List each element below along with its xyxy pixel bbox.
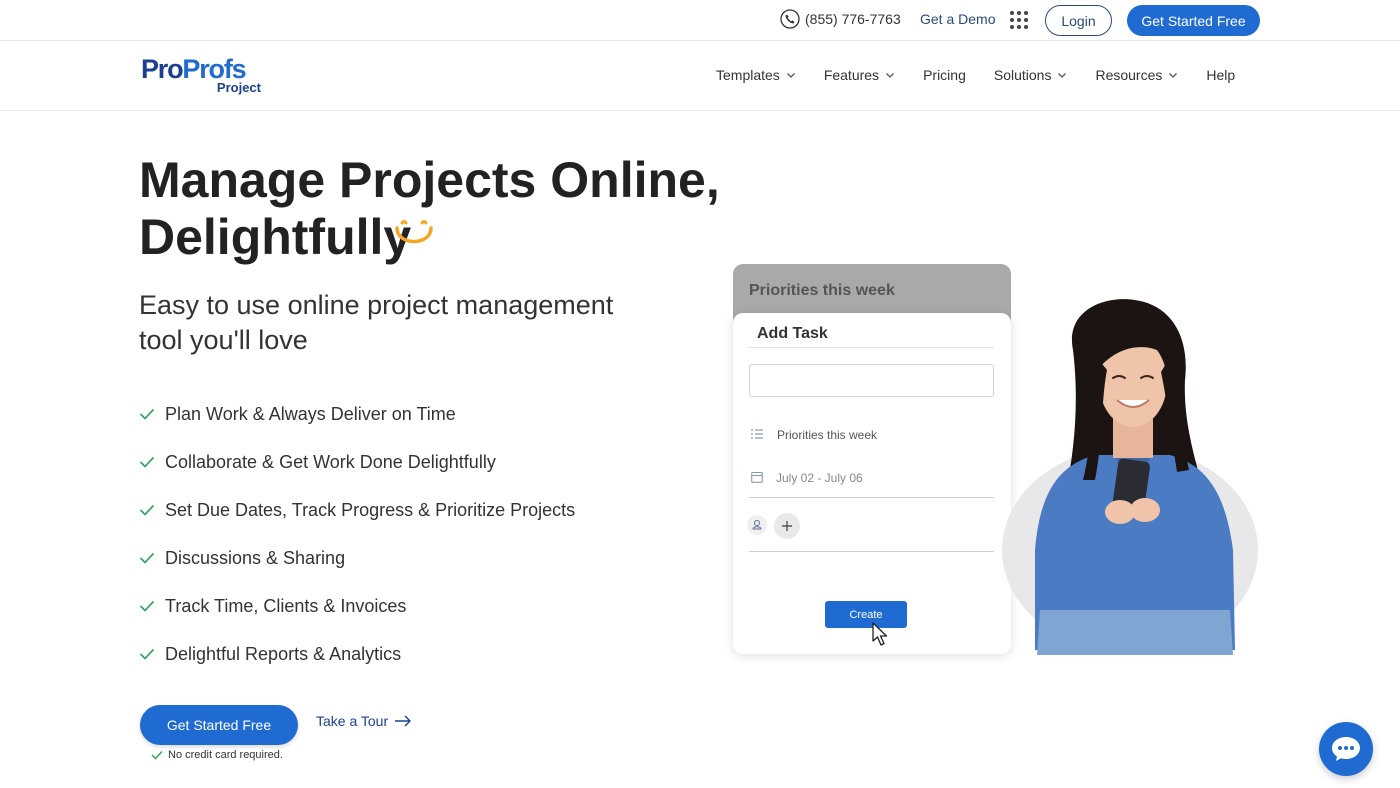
- phone-link[interactable]: (855) 776-7763: [780, 9, 901, 29]
- check-icon: [139, 456, 155, 468]
- create-task-button[interactable]: Create: [825, 601, 907, 628]
- feature-text: Collaborate & Get Work Done Delightfully: [165, 451, 496, 472]
- nav-item-label: Templates: [716, 67, 780, 83]
- feature-text: Delightful Reports & Analytics: [165, 643, 402, 664]
- chevron-down-icon: [786, 73, 795, 78]
- nav-item-help[interactable]: Help: [1206, 67, 1235, 83]
- feature-item: Discussions & Sharing: [139, 534, 575, 582]
- check-icon: [139, 648, 155, 660]
- divider: [749, 551, 994, 552]
- list-icon: [751, 429, 763, 439]
- priorities-card-title: Priorities this week: [749, 282, 895, 299]
- check-icon: [139, 600, 155, 612]
- feature-text: Track Time, Clients & Invoices: [165, 595, 407, 616]
- feature-text: Plan Work & Always Deliver on Time: [165, 403, 456, 424]
- nav-item-resources[interactable]: Resources: [1095, 67, 1178, 83]
- take-tour-link[interactable]: Take a Tour: [316, 713, 412, 729]
- feature-text: Set Due Dates, Track Progress & Prioriti…: [165, 499, 576, 520]
- nav-item-pricing[interactable]: Pricing: [923, 67, 966, 83]
- feature-text: Discussions & Sharing: [165, 547, 346, 568]
- hero-subtitle: Easy to use online project management to…: [139, 288, 619, 358]
- no-credit-card-note: No credit card required.: [151, 749, 283, 761]
- feature-item: Delightful Reports & Analytics: [139, 630, 575, 678]
- top-get-started-button[interactable]: Get Started Free: [1127, 5, 1260, 36]
- feature-item: Track Time, Clients & Invoices: [139, 582, 575, 630]
- headline-line-1: Manage Projects Online,: [139, 152, 720, 208]
- phone-icon: [780, 9, 800, 29]
- nav-item-label: Help: [1206, 67, 1236, 83]
- check-icon: [139, 552, 155, 564]
- nav-item-label: Pricing: [923, 67, 966, 83]
- feature-list: Plan Work & Always Deliver on Time Colla…: [139, 390, 575, 678]
- task-name-input[interactable]: [749, 364, 994, 397]
- add-task-card: Add Task Priorities this week July 02 - …: [733, 313, 1011, 654]
- chevron-down-icon: [1169, 73, 1178, 78]
- nav-item-label: Solutions: [993, 67, 1052, 83]
- subtitle-line-2: tool you'll love: [139, 325, 308, 355]
- nav-item-label: Resources: [1095, 67, 1163, 83]
- chevron-down-icon: [886, 73, 895, 78]
- top-bar: (855) 776-7763 Get a Demo Login Get Star…: [0, 0, 1400, 41]
- check-icon: [151, 750, 163, 760]
- get-demo-link[interactable]: Get a Demo: [920, 11, 995, 27]
- apps-grid-icon[interactable]: [1010, 11, 1028, 29]
- nav-item-templates[interactable]: Templates: [716, 67, 796, 83]
- divider: [749, 347, 994, 348]
- check-icon: [139, 504, 155, 516]
- calendar-icon: [751, 471, 763, 483]
- user-icon[interactable]: [747, 515, 767, 535]
- subtitle-line-1: Easy to use online project management: [139, 290, 614, 320]
- arrow-right-icon: [395, 715, 412, 727]
- logo-subtitle: Project: [216, 80, 261, 95]
- phone-number[interactable]: (855) 776-7763: [805, 11, 901, 27]
- main-nav: ProProfs Project Templates Features Pric…: [0, 41, 1400, 111]
- proprofs-project-logo[interactable]: ProProfs Project: [141, 55, 263, 97]
- hero-headline: Manage Projects Online, Delightfully: [139, 152, 739, 266]
- task-list-label[interactable]: Priorities this week: [777, 428, 877, 442]
- tour-label: Take a Tour: [316, 713, 389, 729]
- feature-item: Collaborate & Get Work Done Delightfully: [139, 438, 575, 486]
- nav-item-label: Features: [823, 67, 880, 83]
- mouse-cursor-icon: [872, 622, 888, 646]
- chevron-down-icon: [1058, 73, 1067, 78]
- woman-with-phone-image: [1002, 299, 1258, 655]
- check-icon: [139, 408, 155, 420]
- task-date-label[interactable]: July 02 - July 06: [776, 471, 863, 485]
- nav-item-solutions[interactable]: Solutions: [994, 67, 1068, 83]
- no-credit-card-text: No credit card required.: [168, 749, 283, 761]
- nav-item-features[interactable]: Features: [824, 67, 895, 83]
- feature-item: Plan Work & Always Deliver on Time: [139, 390, 575, 438]
- divider: [749, 497, 994, 498]
- smile-icon: [395, 220, 433, 244]
- add-task-title: Add Task: [757, 325, 828, 342]
- feature-item: Set Due Dates, Track Progress & Prioriti…: [139, 486, 575, 534]
- chat-bubble-icon: [1332, 737, 1360, 761]
- headline-line-2: Delightfully: [139, 209, 412, 265]
- chat-widget-button[interactable]: [1319, 722, 1373, 776]
- nav-menu: Templates Features Pricing Solutions Res…: [716, 67, 1263, 83]
- logo-wordmark: ProProfs: [141, 54, 247, 84]
- login-button[interactable]: Login: [1045, 5, 1112, 36]
- hero-get-started-button[interactable]: Get Started Free: [140, 705, 298, 745]
- add-assignee-icon[interactable]: [774, 513, 800, 539]
